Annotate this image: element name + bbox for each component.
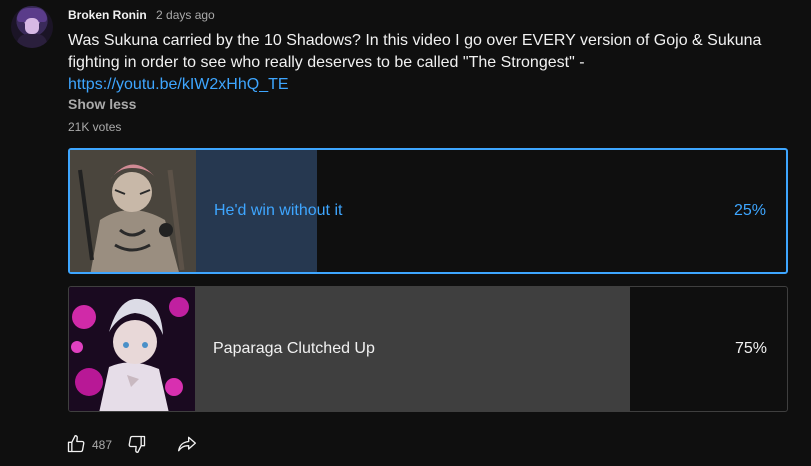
- like-button[interactable]: [66, 434, 86, 454]
- poll-option[interactable]: Paparaga Clutched Up 75%: [68, 286, 788, 412]
- post-text: Was Sukuna carried by the 10 Shadows? In…: [68, 32, 762, 71]
- poll-option-label: He'd win without it: [214, 202, 343, 219]
- post-header: Broken Ronin 2 days ago: [68, 8, 215, 22]
- poll-option-label: Paparaga Clutched Up: [213, 340, 375, 357]
- poll-option-image: [69, 287, 195, 411]
- poll-option[interactable]: He'd win without it 25%: [68, 148, 788, 274]
- thumbs-down-icon: [128, 435, 146, 453]
- poll-option-percent: 25%: [733, 202, 766, 219]
- poll-option-image: [70, 150, 196, 272]
- post-timestamp[interactable]: 2 days ago: [156, 8, 215, 22]
- poll-option-percent: 75%: [734, 340, 767, 357]
- dislike-button[interactable]: [127, 434, 147, 454]
- thumbs-up-icon: [67, 435, 85, 453]
- video-link[interactable]: https://youtu.be/kIW2xHhQ_TE: [68, 76, 289, 93]
- author-name[interactable]: Broken Ronin: [68, 8, 147, 22]
- post-body: Was Sukuna carried by the 10 Shadows? In…: [68, 30, 768, 96]
- like-count: 487: [92, 438, 113, 452]
- share-button[interactable]: [176, 434, 198, 454]
- show-less-button[interactable]: Show less: [68, 96, 136, 112]
- share-icon: [178, 436, 196, 452]
- vote-count: 21K votes: [68, 120, 122, 134]
- avatar[interactable]: [11, 6, 53, 48]
